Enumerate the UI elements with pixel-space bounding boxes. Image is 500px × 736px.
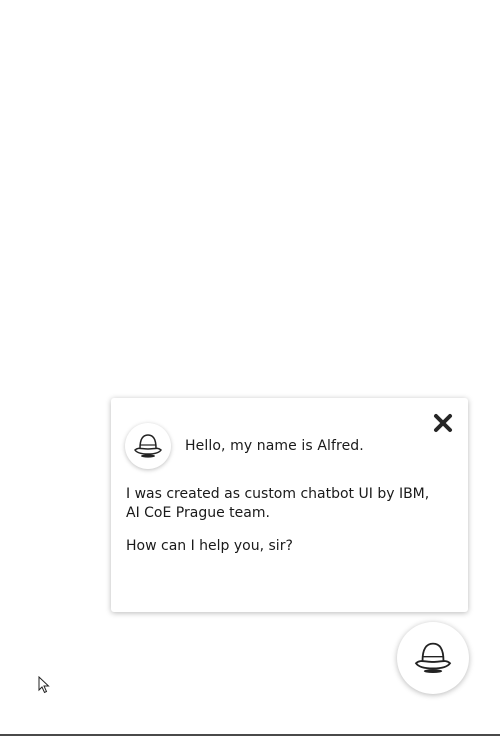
close-icon: [434, 414, 452, 432]
mouse-pointer-icon: [38, 675, 50, 694]
page: Hello, my name is Alfred. I was created …: [0, 0, 500, 736]
close-button[interactable]: [433, 413, 453, 433]
chat-launcher-button[interactable]: [397, 622, 469, 694]
bot-avatar: [125, 423, 171, 469]
bot-question-message: How can I help you, sir?: [126, 538, 293, 554]
bot-intro-message: I was created as custom chatbot UI by IB…: [126, 486, 430, 521]
bowler-hat-icon: [414, 642, 452, 674]
chat-window: Hello, my name is Alfred. I was created …: [111, 398, 468, 612]
bowler-hat-icon: [134, 434, 162, 458]
bot-greeting: Hello, my name is Alfred.: [185, 438, 364, 454]
